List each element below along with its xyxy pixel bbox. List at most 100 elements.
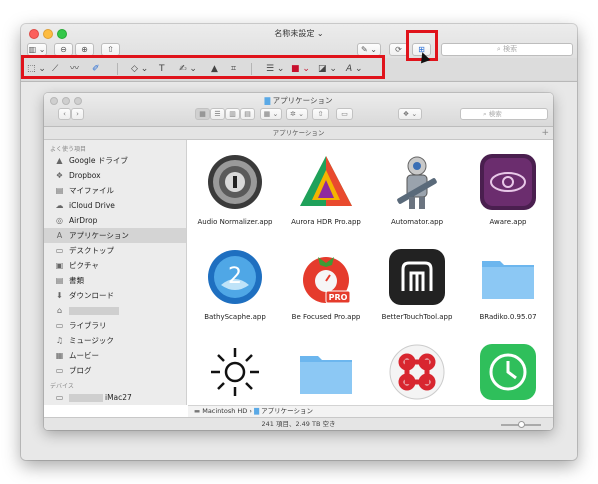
time-machine-icon	[480, 344, 536, 400]
new-tab-button[interactable]: +	[541, 127, 549, 140]
aware-icon	[480, 154, 536, 210]
arrange-button[interactable]: ▦ ⌄	[260, 108, 282, 120]
library-icon: ▭	[55, 321, 64, 330]
app-name: BathyScaphe.app	[204, 313, 266, 321]
my-files-icon: ▤	[55, 186, 64, 195]
app-grid: Audio Normalizer.app Aurora HDR Pro.app	[188, 140, 553, 405]
path-separator: ›	[249, 407, 252, 415]
tab-applications[interactable]: アプリケーション	[273, 129, 325, 137]
column-view-button[interactable]: ▥	[225, 108, 240, 120]
sidebar-item-blog[interactable]: ▭ ブログ	[44, 363, 186, 378]
bathyscaphe-icon: 2	[208, 250, 262, 304]
sidebar-item-airdrop[interactable]: ◎ AirDrop	[44, 213, 186, 228]
brightness-sun-icon	[211, 348, 259, 396]
favorites-header: よく使う項目	[50, 146, 87, 153]
coverflow-view-button[interactable]: ▤	[240, 108, 255, 120]
cloud-icon: ☁	[55, 201, 64, 210]
icon-size-slider-knob[interactable]	[518, 421, 525, 428]
app-name: BetterTouchTool.app	[381, 313, 453, 321]
dropbox-icon: ❖	[55, 171, 64, 180]
app-item[interactable]: Audio Normalizer.app	[190, 142, 280, 237]
finder-share-button[interactable]: ⇧	[312, 108, 329, 120]
home-icon: ⌂	[56, 306, 63, 315]
tab-bar: アプリケーション +	[44, 127, 553, 140]
bettertouchtool-icon	[389, 249, 445, 305]
finder-sidebar: よく使う項目 ▲ Google ドライブ ❖ Dropbox ▤ マイファイル ☁ iC…	[44, 140, 187, 405]
app-item[interactable]	[463, 332, 553, 405]
status-bar: 241 項目、2.49 TB 空き	[44, 417, 553, 430]
dropbox-button[interactable]: ❖ ⌄	[398, 108, 422, 120]
tag-button[interactable]: ▭	[336, 108, 353, 120]
google-drive-icon: ▲	[56, 156, 63, 165]
finder-search-input[interactable]: ⌕ 検索	[460, 108, 548, 120]
sidebar-item-google-drive[interactable]: ▲ Google ドライブ	[44, 153, 186, 168]
finder-window: ▇ アプリケーション ‹ › ▦ ☰ ▥ ▤ ▦ ⌄ ✲ ⌄ ⇧ ▭ ❖ ⌄ ⌕…	[44, 93, 553, 430]
app-item[interactable]: Aware.app	[463, 142, 553, 237]
be-focused-pro-icon: PRO	[303, 257, 351, 304]
sidebar-item-icloud-drive[interactable]: ☁ iCloud Drive	[44, 198, 186, 213]
sidebar-item-music[interactable]: ♫ ミュージック	[44, 333, 186, 348]
music-icon: ♫	[55, 336, 64, 345]
hard-disk-icon: ▬	[194, 407, 203, 415]
folder-icon: ▭	[55, 366, 64, 375]
app-item[interactable]: BRadiko.0.95.07	[463, 237, 553, 332]
downloads-icon: ⬇	[56, 291, 63, 300]
app-name: Aware.app	[489, 218, 527, 226]
sidebar-item-applications[interactable]: A アプリケーション	[44, 228, 186, 243]
sidebar-item-desktop[interactable]: ▭ デスクトップ	[44, 243, 186, 258]
applications-icon: A	[56, 231, 63, 240]
app-name: Audio Normalizer.app	[197, 218, 273, 226]
app-name: BRadiko.0.95.07	[479, 313, 537, 321]
action-button[interactable]: ✲ ⌄	[286, 108, 308, 120]
app-item[interactable]: Aurora HDR Pro.app	[281, 142, 371, 237]
path-item-folder[interactable]: アプリケーション	[261, 407, 313, 415]
search-input[interactable]: ⌕ 検索	[441, 43, 573, 56]
redacted-username	[69, 394, 103, 402]
svg-text:2: 2	[228, 264, 242, 289]
aurora-hdr-icon	[300, 156, 352, 206]
sidebar-item-dropbox[interactable]: ❖ Dropbox	[44, 168, 186, 183]
app-item[interactable]	[372, 332, 462, 405]
markup-toolbar-highlight	[21, 55, 385, 79]
sidebar-item-imac[interactable]: ▭ iMac27	[44, 390, 186, 405]
sidebar-item-library[interactable]: ▭ ライブラリ	[44, 318, 186, 333]
sidebar-item-my-files[interactable]: ▤ マイファイル	[44, 183, 186, 198]
finder-title: ▇ アプリケーション	[264, 96, 333, 105]
sidebar-item-downloads[interactable]: ⬇ ダウンロード	[44, 288, 186, 303]
path-item-disk[interactable]: Macintosh HD	[202, 407, 247, 415]
audio-normalizer-icon	[208, 155, 262, 209]
forward-button[interactable]: ›	[71, 108, 84, 120]
sidebar-item-pictures[interactable]: ▣ ピクチャ	[44, 258, 186, 273]
folder-icon	[300, 356, 352, 394]
folder-icon: ▇	[264, 96, 271, 105]
folder-icon: ▇	[254, 407, 260, 415]
app-item[interactable]	[281, 332, 371, 405]
sidebar-item-movies[interactable]: ▦ ムービー	[44, 348, 186, 363]
command-key-icon	[389, 344, 445, 400]
app-item[interactable]: 2 BathyScaphe.app	[190, 237, 280, 332]
folder-icon	[482, 261, 534, 299]
list-view-button[interactable]: ☰	[210, 108, 225, 120]
movies-icon: ▦	[55, 351, 64, 360]
sidebar-item-home[interactable]: ⌂	[44, 303, 186, 318]
app-name: Aurora HDR Pro.app	[291, 218, 361, 226]
app-name: Be Focused Pro.app	[291, 313, 361, 321]
app-item[interactable]	[190, 332, 280, 405]
airdrop-icon: ◎	[56, 216, 63, 225]
sidebar-item-documents[interactable]: ▤ 書類	[44, 273, 186, 288]
pro-badge: PRO	[329, 293, 348, 302]
path-bar: ▬ Macintosh HD › ▇ アプリケーション	[188, 405, 553, 417]
computer-icon: ▭	[55, 393, 64, 402]
redacted-username	[69, 307, 119, 315]
finder-toolbar: ▇ アプリケーション ‹ › ▦ ☰ ▥ ▤ ▦ ⌄ ✲ ⌄ ⇧ ▭ ❖ ⌄ ⌕…	[44, 93, 553, 127]
pictures-icon: ▣	[55, 261, 64, 270]
app-item[interactable]: PRO Be Focused Pro.app	[281, 237, 371, 332]
app-name: Automator.app	[390, 218, 444, 226]
back-button[interactable]: ‹	[58, 108, 71, 120]
documents-icon: ▤	[55, 276, 64, 285]
app-item[interactable]: BetterTouchTool.app	[372, 237, 462, 332]
icon-view-button[interactable]: ▦	[195, 108, 210, 120]
app-item[interactable]: Automator.app	[372, 142, 462, 237]
screenshot-canvas: 名称未設定 ⌄ ▥ ⌄ ⊖ ⊕ ⇧ ✎ ⌄ ⟳ ⊞ ⌕ 検索 ⬚ ⌄ ⟋ 〰 ✐…	[0, 0, 598, 484]
desktop-icon: ▭	[55, 246, 64, 255]
